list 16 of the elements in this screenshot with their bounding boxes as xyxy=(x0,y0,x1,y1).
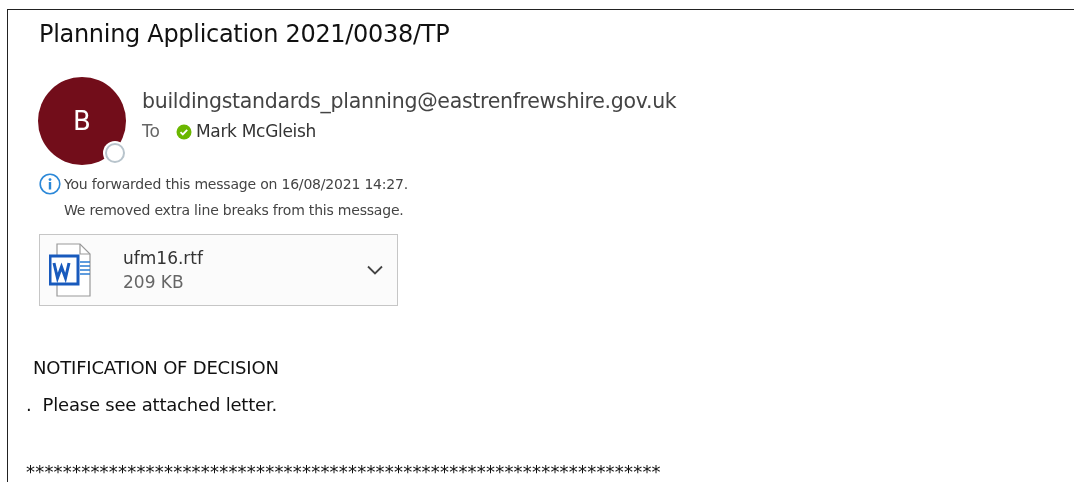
attachment-name: ufm16.rtf xyxy=(123,247,203,270)
recipient-label: To xyxy=(142,120,160,143)
attachment-size: 209 KB xyxy=(123,271,185,294)
chevron-down-icon[interactable] xyxy=(367,265,383,275)
attachment-card[interactable]: ufm16.rtf 209 KB xyxy=(39,234,398,306)
sender-avatar: B xyxy=(38,77,126,165)
info-text: We removed extra line breaks from this message. xyxy=(64,201,405,220)
subject-title: Planning Application 2021/0038/TP xyxy=(38,19,451,50)
info-icon xyxy=(39,173,61,195)
sender-address: buildingstandards_planning@eastrenfrewshire.gov.uk xyxy=(142,88,677,115)
body-text: . Please see attached letter. xyxy=(25,393,278,417)
presence-icon xyxy=(102,140,128,166)
info-text: You forwarded this message on 16/08/2021 14:27. xyxy=(64,175,408,194)
separator-text: ********************************************************************* xyxy=(25,460,662,482)
recipient-name[interactable]: Mark McGleish xyxy=(195,119,317,145)
heading-text: NOTIFICATION OF DECISION xyxy=(32,356,280,380)
